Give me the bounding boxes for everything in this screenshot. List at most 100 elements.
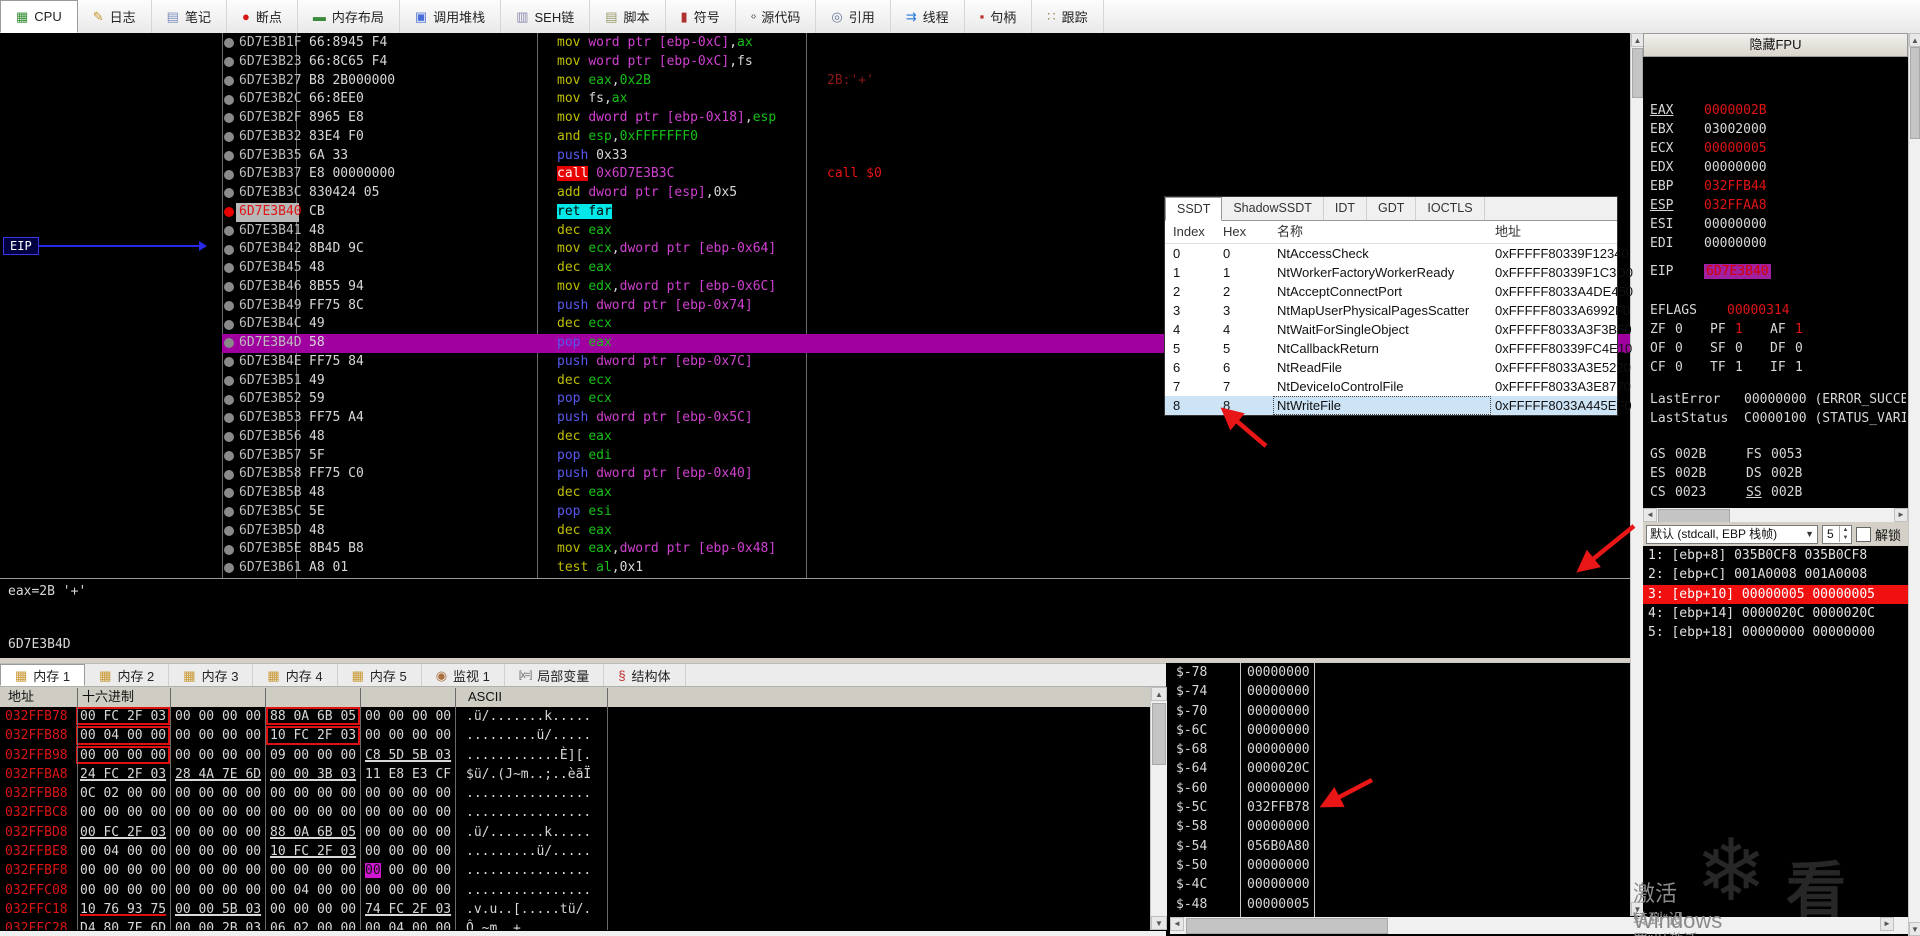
stack-arg-row[interactable]: 3: [ebp+10] 00000005 00000005 [1643, 584, 1908, 604]
toolbar-tab-trace[interactable]: ∷ 跟踪 [1032, 0, 1104, 33]
dump-row[interactable]: 032FFB98 00 00 00 00 00 00 00 00 09 00 00 0… [0, 745, 1150, 765]
scroll-left-icon[interactable]: ◄ [1170, 917, 1184, 931]
disasm-row[interactable]: 6D7E3B32 83E4 F0 and esp,0xFFFFFFF0 [0, 128, 1630, 147]
ssdt-tab-ioctls[interactable]: IOCTLS [1416, 197, 1485, 220]
disasm-row[interactable]: 6D7E3B35 6A 33 push 0x33 [0, 147, 1630, 166]
stack-row[interactable]: $-68 00000000 [1170, 740, 1630, 759]
scroll-right-icon[interactable]: ► [1894, 508, 1908, 522]
ssdt-tab-ssdt[interactable]: SSDT [1165, 197, 1223, 221]
breakpoint-dot[interactable] [222, 465, 236, 484]
breakpoint-dot[interactable] [222, 390, 236, 409]
ssdt-row[interactable]: 2 2 NtAcceptConnectPort 0xFFFFF8033A4DE450 [1165, 282, 1633, 301]
breakpoint-dot[interactable] [222, 353, 236, 372]
scrollbar-handle[interactable] [1658, 509, 1730, 523]
breakpoint-dot[interactable] [222, 184, 236, 203]
breakpoint-dot[interactable] [222, 222, 236, 241]
dump-tab-local-vars[interactable]: [x=] 局部变量 [505, 664, 605, 686]
toolbar-tab-call-stack[interactable]: ▣ 调用堆栈 [400, 0, 502, 33]
unlock-checkbox[interactable] [1856, 526, 1871, 542]
stack-panel[interactable]: $-78 00000000 $-74 00000000 $-70 00000000 $-6C… [1170, 662, 1630, 917]
ssdt-row[interactable]: 7 7 NtDeviceIoControlFile 0xFFFFF8033A3E877… [1165, 377, 1631, 396]
disasm-row[interactable]: 6D7E3B5C 5E pop esi [0, 503, 1630, 522]
ssdt-row[interactable]: 4 4 NtWaitForSingleObject 0xFFFFF8033A3F3B5… [1165, 320, 1632, 339]
hide-fpu-button[interactable]: 隐藏FPU [1643, 33, 1908, 57]
disasm-row[interactable]: 6D7E3B5B 48 dec eax [0, 484, 1630, 503]
toolbar-tab-references[interactable]: ◎ 引用 [816, 0, 891, 33]
dump-tab-watch-1[interactable]: ◉ 监视 1 [422, 664, 505, 686]
dump-row[interactable]: 032FFBD8 00 FC 2F 03 00 00 00 00 88 0A 6B 0… [0, 823, 1150, 842]
dump-row[interactable]: 032FFBC8 00 00 00 00 00 00 00 00 00 00 00 0… [0, 803, 1150, 822]
stack-row[interactable]: $-58 00000000 [1170, 817, 1630, 836]
memory-dump-rows[interactable]: 032FFB78 00 FC 2F 03 00 00 00 00 88 0A 6B 0… [0, 707, 1150, 930]
right-panel-scrollbar[interactable]: ▲ ▼ [1908, 33, 1920, 936]
breakpoint-dot[interactable] [222, 147, 236, 166]
toolbar-tab-cpu[interactable]: ▦ CPU [0, 0, 78, 33]
toolbar-tab-seh-chain[interactable]: ▥ SEH链 [501, 0, 591, 33]
disasm-row[interactable]: 6D7E3B1F 66:8945 F4 mov word ptr [ebp-0xC]… [0, 34, 1630, 53]
ssdt-row[interactable]: 1 1 NtWorkerFactoryWorkerReady 0xFFFFF80339… [1165, 263, 1633, 282]
toolbar-tab-handles[interactable]: ▪ 句柄 [965, 0, 1033, 33]
scrollbar-handle[interactable] [1910, 47, 1920, 139]
disasm-row[interactable]: 6D7E3B58 FF75 C0 push dword ptr [ebp-0x40] [0, 465, 1630, 484]
stack-arg-row[interactable]: 4: [ebp+14] 0000020C 0000020C [1643, 604, 1908, 623]
dump-tab-memory-4[interactable]: ▦ 内存 4 [253, 664, 338, 686]
disasm-row[interactable]: 6D7E3B5E 8B45 B8 mov eax,dword ptr [ebp-0x… [0, 540, 1630, 559]
scroll-up-icon[interactable]: ▲ [1909, 33, 1920, 47]
scroll-down-icon[interactable]: ▼ [1151, 916, 1167, 930]
dump-row[interactable]: 032FFB78 00 FC 2F 03 00 00 00 00 88 0A 6B 0… [0, 707, 1150, 726]
stack-arg-row[interactable]: 1: [ebp+8] 035B0CF8 035B0CF8 [1643, 546, 1908, 565]
stack-row[interactable]: $-70 00000000 [1170, 702, 1630, 721]
dump-row[interactable]: 032FFBF8 00 00 00 00 00 00 00 00 00 00 00 0… [0, 861, 1150, 880]
breakpoint-dot[interactable] [222, 540, 236, 559]
breakpoint-dot[interactable] [222, 409, 236, 428]
scrollbar-handle[interactable] [1632, 48, 1643, 98]
toolbar-tab-log[interactable]: ✎ 日志 [78, 0, 152, 33]
dump-row[interactable]: 032FFC18 10 76 93 75 00 00 5B 03 00 00 00 0… [0, 900, 1150, 919]
stack-row[interactable]: $-4C 00000000 [1170, 875, 1630, 894]
ssdt-row[interactable]: 8 8 NtWriteFile 0xFFFFF8033A445EF0 [1165, 396, 1632, 415]
breakpoint-dot[interactable] [222, 315, 236, 334]
disasm-row[interactable]: 6D7E3B27 B8 2B000000 mov eax,0x2B 2B:'+' [0, 72, 1630, 91]
breakpoint-dot[interactable] [222, 372, 236, 391]
ssdt-row[interactable]: 6 6 NtReadFile 0xFFFFF8033A3E5220 [1165, 358, 1631, 377]
stack-row[interactable]: $-60 00000000 [1170, 779, 1630, 798]
scroll-up-icon[interactable]: ▲ [1151, 687, 1167, 701]
breakpoint-dot[interactable] [222, 503, 236, 522]
disassembly-scrollbar[interactable]: ▲ ▼ [1630, 33, 1644, 916]
breakpoint-dot[interactable] [222, 334, 236, 353]
breakpoint-dot[interactable] [222, 559, 236, 578]
dump-row[interactable]: 032FFC28 D4 80 7E 6D 00 00 2B 03 06 02 00 0… [0, 919, 1150, 930]
breakpoint-dot[interactable] [222, 259, 236, 278]
disasm-row[interactable]: 6D7E3B2C 66:8EE0 mov fs,ax [0, 90, 1630, 109]
disasm-row[interactable]: 6D7E3B2F 8965 E8 mov dword ptr [ebp-0x18],… [0, 109, 1630, 128]
disasm-row[interactable]: 6D7E3B37 E8 00000000 call 0x6D7E3B3C call $… [0, 165, 1630, 184]
disasm-row[interactable]: 6D7E3B61 A8 01 test al,0x1 [0, 559, 1630, 578]
spinner-arrows-icon[interactable]: ▲ ▼ [1839, 526, 1851, 542]
breakpoint-dot[interactable] [222, 484, 236, 503]
stack-row[interactable]: $-5C 032FFB78 [1170, 798, 1630, 817]
toolbar-tab-memory-map[interactable]: ▬ 内存布局 [298, 0, 400, 33]
disasm-row[interactable]: 6D7E3B23 66:8C65 F4 mov word ptr [ebp-0xC]… [0, 53, 1630, 72]
breakpoint-dot[interactable] [222, 278, 236, 297]
dump-row[interactable]: 032FFB88 00 04 00 00 00 00 00 00 10 FC 2F 0… [0, 726, 1150, 745]
scrollbar-handle[interactable] [1186, 918, 1388, 934]
disasm-row[interactable]: 6D7E3B5D 48 dec eax [0, 522, 1630, 541]
ssdt-tab-shadowssdt[interactable]: ShadowSSDT [1222, 197, 1324, 220]
breakpoint-dot[interactable] [222, 165, 236, 184]
scrollbar-handle[interactable] [1152, 703, 1166, 765]
dump-row[interactable]: 032FFBA8 24 FC 2F 03 28 4A 7E 6D 00 00 3B 0… [0, 765, 1150, 784]
stack-row[interactable]: $-74 00000000 [1170, 682, 1630, 701]
ssdt-tab-idt[interactable]: IDT [1324, 197, 1367, 220]
stack-arg-row[interactable]: 2: [ebp+C] 001A0008 001A0008 [1643, 565, 1908, 584]
stack-row[interactable]: $-50 00000000 [1170, 856, 1630, 875]
scroll-right-icon[interactable]: ► [1880, 917, 1894, 931]
disasm-row[interactable]: 6D7E3B56 48 dec eax [0, 428, 1630, 447]
breakpoint-dot[interactable] [222, 34, 236, 53]
dump-row[interactable]: 032FFC08 00 00 00 00 00 00 00 00 00 04 00 0… [0, 881, 1150, 900]
toolbar-tab-threads[interactable]: ⇉ 线程 [891, 0, 965, 33]
ssdt-row[interactable]: 0 0 NtAccessCheck 0xFFFFF80339F12340 [1165, 244, 1629, 263]
breakpoint-dot[interactable] [222, 522, 236, 541]
breakpoint-dot[interactable] [222, 109, 236, 128]
dump-row[interactable]: 032FFBE8 00 04 00 00 00 00 00 00 10 FC 2F 0… [0, 842, 1150, 861]
stack-row[interactable]: $-6C 00000000 [1170, 721, 1630, 740]
